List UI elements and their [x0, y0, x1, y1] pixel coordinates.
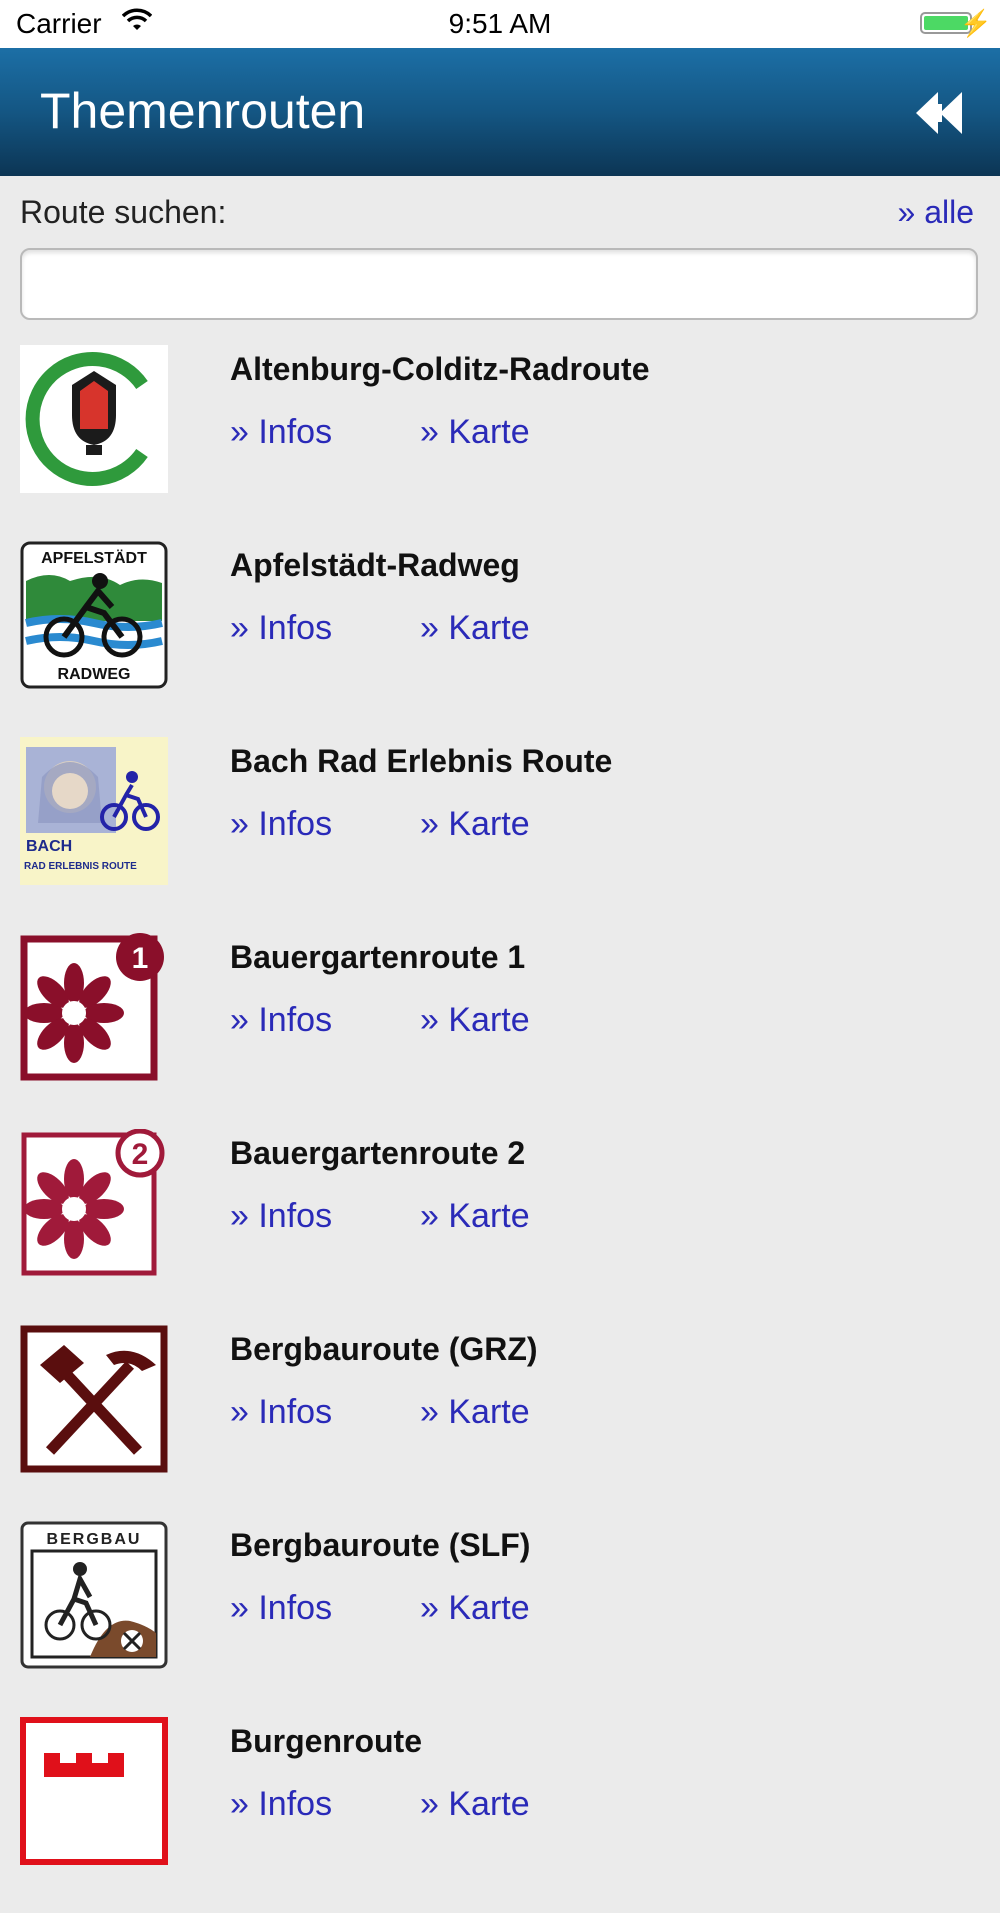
route-infos-link[interactable]: » Infos	[230, 805, 332, 844]
logo-text-top: BERGBAU	[47, 1531, 142, 1548]
route-name[interactable]: Apfelstädt-Radweg	[230, 547, 520, 584]
altenburg-colditz-logo	[20, 345, 168, 493]
bauergarten-1-logo: 1	[20, 933, 168, 1081]
logo-text-top: APFELSTÄDT	[41, 549, 147, 567]
route-infos-link[interactable]: » Infos	[230, 609, 332, 648]
back-button[interactable]	[912, 84, 970, 142]
show-all-link[interactable]: » alle	[898, 194, 975, 231]
route-item: BERGBAU Bergbauroute (SLF) » Infos » Kar…	[0, 1521, 1000, 1717]
route-item: Bergbauroute (GRZ) » Infos » Karte	[0, 1325, 1000, 1521]
route-name[interactable]: Bach Rad Erlebnis Route	[230, 743, 612, 780]
apfelstaedt-radweg-logo: APFELSTÄDT RADWEG	[20, 541, 168, 689]
route-name[interactable]: Bergbauroute (GRZ)	[230, 1331, 538, 1368]
route-map-link[interactable]: » Karte	[420, 609, 530, 648]
route-item: Burgenroute » Infos » Karte	[0, 1717, 1000, 1913]
double-chevron-left-icon	[916, 92, 962, 134]
route-item: 2 Bauergartenroute 2 » Infos » Karte	[0, 1128, 1000, 1325]
route-map-link[interactable]: » Karte	[420, 1785, 530, 1824]
bergbau-slf-logo: BERGBAU	[20, 1521, 168, 1669]
route-map-link[interactable]: » Karte	[420, 413, 530, 452]
route-name[interactable]: Bauergartenroute 2	[230, 1135, 525, 1172]
logo-text-top: BACH	[26, 838, 72, 855]
route-item: 1 Bauergartenroute 1 » Infos » Karte	[0, 933, 1000, 1129]
page-title: Themenrouten	[40, 83, 366, 139]
route-name[interactable]: Bauergartenroute 1	[230, 939, 525, 976]
burgenroute-logo	[20, 1717, 168, 1865]
route-map-link[interactable]: » Karte	[420, 1197, 530, 1236]
bergbau-grz-logo	[20, 1325, 168, 1473]
route-infos-link[interactable]: » Infos	[230, 1393, 332, 1432]
logo-badge: 1	[132, 942, 149, 975]
bauergarten-2-logo: 2	[20, 1128, 168, 1277]
route-name[interactable]: Burgenroute	[230, 1723, 422, 1760]
route-map-link[interactable]: » Karte	[420, 1393, 530, 1432]
route-infos-link[interactable]: » Infos	[230, 1197, 332, 1236]
charging-bolt-icon: ⚡	[959, 8, 992, 38]
route-map-link[interactable]: » Karte	[420, 805, 530, 844]
app-header: Themenrouten	[0, 48, 1000, 176]
route-infos-link[interactable]: » Infos	[230, 1589, 332, 1628]
route-name[interactable]: Bergbauroute (SLF)	[230, 1527, 530, 1564]
route-infos-link[interactable]: » Infos	[230, 1001, 332, 1040]
route-item: BACH RAD ERLEBNIS ROUTE Bach Rad Erlebni…	[0, 737, 1000, 933]
route-map-link[interactable]: » Karte	[420, 1589, 530, 1628]
route-infos-link[interactable]: » Infos	[230, 413, 332, 452]
status-bar: Carrier 9:51 AM ⚡	[0, 0, 1000, 48]
route-item: APFELSTÄDT RADWEG Apfelstädt-Radweg » In…	[0, 541, 1000, 737]
bach-rad-logo: BACH RAD ERLEBNIS ROUTE	[20, 737, 168, 885]
route-infos-link[interactable]: » Infos	[230, 1785, 332, 1824]
route-name[interactable]: Altenburg-Colditz-Radroute	[230, 351, 650, 388]
clock: 9:51 AM	[448, 8, 552, 39]
route-map-link[interactable]: » Karte	[420, 1001, 530, 1040]
logo-badge: 2	[132, 1138, 149, 1171]
route-item: Altenburg-Colditz-Radroute » Infos » Kar…	[0, 345, 1000, 541]
route-search-input[interactable]	[20, 248, 978, 320]
logo-text-bottom: RADWEG	[58, 666, 131, 683]
route-list: Altenburg-Colditz-Radroute » Infos » Kar…	[0, 345, 1000, 1913]
search-label: Route suchen:	[20, 194, 227, 230]
logo-text-bottom: RAD ERLEBNIS ROUTE	[24, 861, 137, 872]
